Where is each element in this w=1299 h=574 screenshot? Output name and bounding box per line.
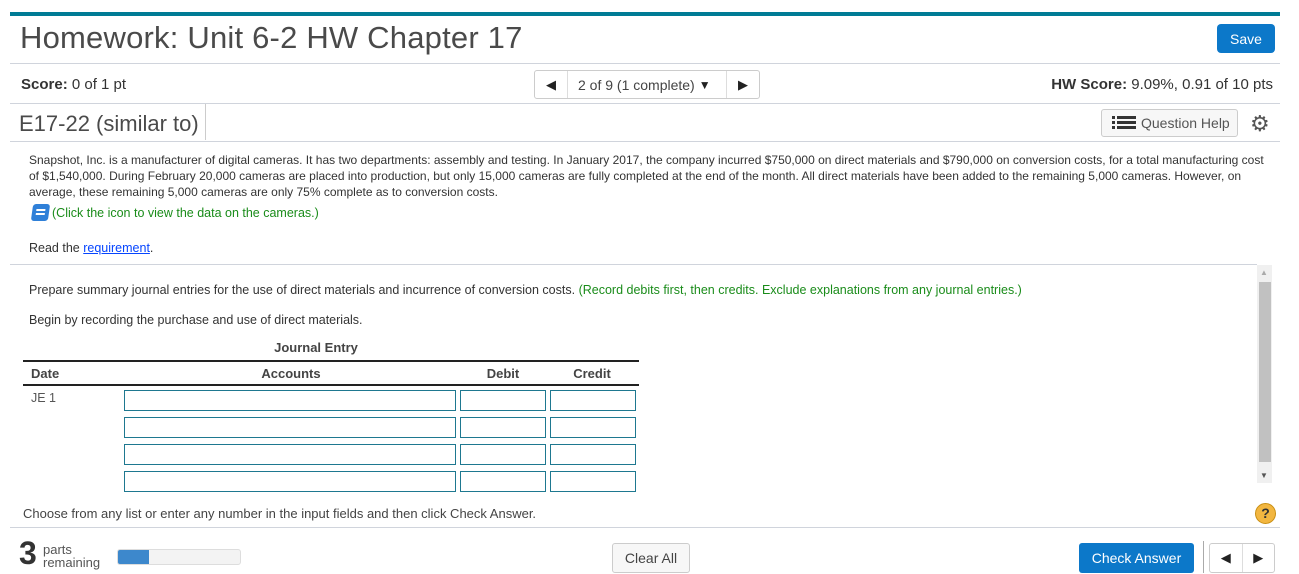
next-question-button[interactable]: ▶ [727,71,759,98]
divider [10,141,1280,142]
right-arrow-icon: ▶ [1253,550,1264,565]
question-help-label: Question Help [1141,115,1230,131]
progress-fill [118,550,149,564]
check-answer-button[interactable]: Check Answer [1079,543,1194,573]
credit-input[interactable] [550,390,636,411]
data-link-text: (Click the icon to view the data on the … [52,205,319,220]
journal-row [23,469,639,494]
divider [1203,541,1204,573]
hw-score-value: 9.09%, 0.91 of 10 pts [1127,76,1273,93]
bottom-question-nav: ◀ ▶ [1209,543,1275,573]
column-header-accounts: Accounts [261,365,321,381]
score: Score: 0 of 1 pt [21,76,126,93]
question-position: 2 of 9 (1 complete) [578,76,695,93]
left-arrow-icon: ◀ [546,76,556,92]
remaining-label: remaining [43,555,101,570]
account-input[interactable] [124,444,456,465]
problem-text: Snapshot, Inc. is a manufacturer of digi… [29,153,1264,199]
left-arrow-icon: ◀ [1220,550,1231,565]
scroll-up-icon[interactable]: ▲ [1260,268,1268,277]
prev-question-button[interactable]: ◀ [535,71,567,98]
journal-caption: Journal Entry [274,340,358,355]
book-icon[interactable] [30,204,51,221]
scroll-down-icon[interactable]: ▼ [1260,471,1268,480]
journal-date: JE 1 [31,391,57,405]
scrollbar-thumb[interactable] [1259,282,1271,462]
debit-input[interactable] [460,471,546,492]
divider [205,104,206,140]
read-suffix: . [149,241,154,255]
journal-row [23,415,639,440]
instruction-note: (Record debits first, then credits. Excl… [578,283,1022,297]
debit-input[interactable] [460,444,546,465]
column-header-credit: Credit [573,365,611,381]
journal-date [23,469,124,472]
question-selector[interactable]: 2 of 9 (1 complete) ▼ [567,71,727,98]
journal-row [23,442,639,467]
help-question-icon[interactable]: ? [1255,503,1276,524]
account-input[interactable] [124,417,456,438]
clear-all-button[interactable]: Clear All [612,543,690,573]
top-accent-bar [10,12,1280,16]
credit-input[interactable] [550,444,636,465]
gear-icon[interactable]: ⚙ [1250,111,1270,137]
journal-date [23,415,124,418]
right-arrow-icon: ▶ [738,76,748,92]
parts-remaining-count: 3 [19,535,37,571]
journal-date [23,442,124,445]
data-link-row: (Click the icon to view the data on the … [30,204,319,221]
column-header-date: Date [31,365,60,381]
hw-score: HW Score: 9.09%, 0.91 of 10 pts [1051,76,1273,93]
credit-input[interactable] [550,417,636,438]
page-title: Homework: Unit 6-2 HW Chapter 17 [20,20,523,55]
instruction: Prepare summary journal entries for the … [29,282,1022,298]
journal-entry-table: Journal Entry Date Accounts Debit Credit… [23,340,639,494]
question-id: E17-22 (similar to) [19,111,199,136]
journal-header: Date Accounts Debit Credit [23,362,639,386]
save-button[interactable]: Save [1217,24,1275,53]
credit-input[interactable] [550,471,636,492]
instruction-text: Prepare summary journal entries for the … [29,283,579,297]
choose-instruction: Choose from any list or enter any number… [23,506,537,521]
divider [10,103,1280,104]
read-prefix: Read the [29,241,84,255]
prev-question-button-bottom[interactable]: ◀ [1210,544,1242,572]
begin-text: Begin by recording the purchase and use … [29,313,363,327]
caret-down-icon: ▼ [698,77,711,92]
question-help-button[interactable]: Question Help [1101,109,1238,137]
account-input[interactable] [124,471,456,492]
next-question-button-bottom[interactable]: ▶ [1241,544,1275,572]
parts-remaining-label: parts remaining [43,543,100,569]
requirement-link[interactable]: requirement [83,241,150,255]
divider [10,63,1280,64]
read-requirement: Read the requirement. [29,240,153,256]
hw-score-label: HW Score: [1051,76,1128,93]
column-header-debit: Debit [486,365,520,381]
account-input[interactable] [124,390,456,411]
journal-row: JE 1 [23,388,639,413]
debit-input[interactable] [460,417,546,438]
divider [10,264,1257,265]
debit-input[interactable] [460,390,546,411]
question-navigator: ◀ 2 of 9 (1 complete) ▼ ▶ [534,70,760,99]
parts-progress-bar [117,549,241,565]
list-icon [1112,116,1136,130]
score-label: Score: [21,76,68,93]
scrollbar[interactable]: ▲ ▼ [1257,265,1272,483]
score-value: 0 of 1 pt [67,76,127,93]
divider [10,527,1280,528]
